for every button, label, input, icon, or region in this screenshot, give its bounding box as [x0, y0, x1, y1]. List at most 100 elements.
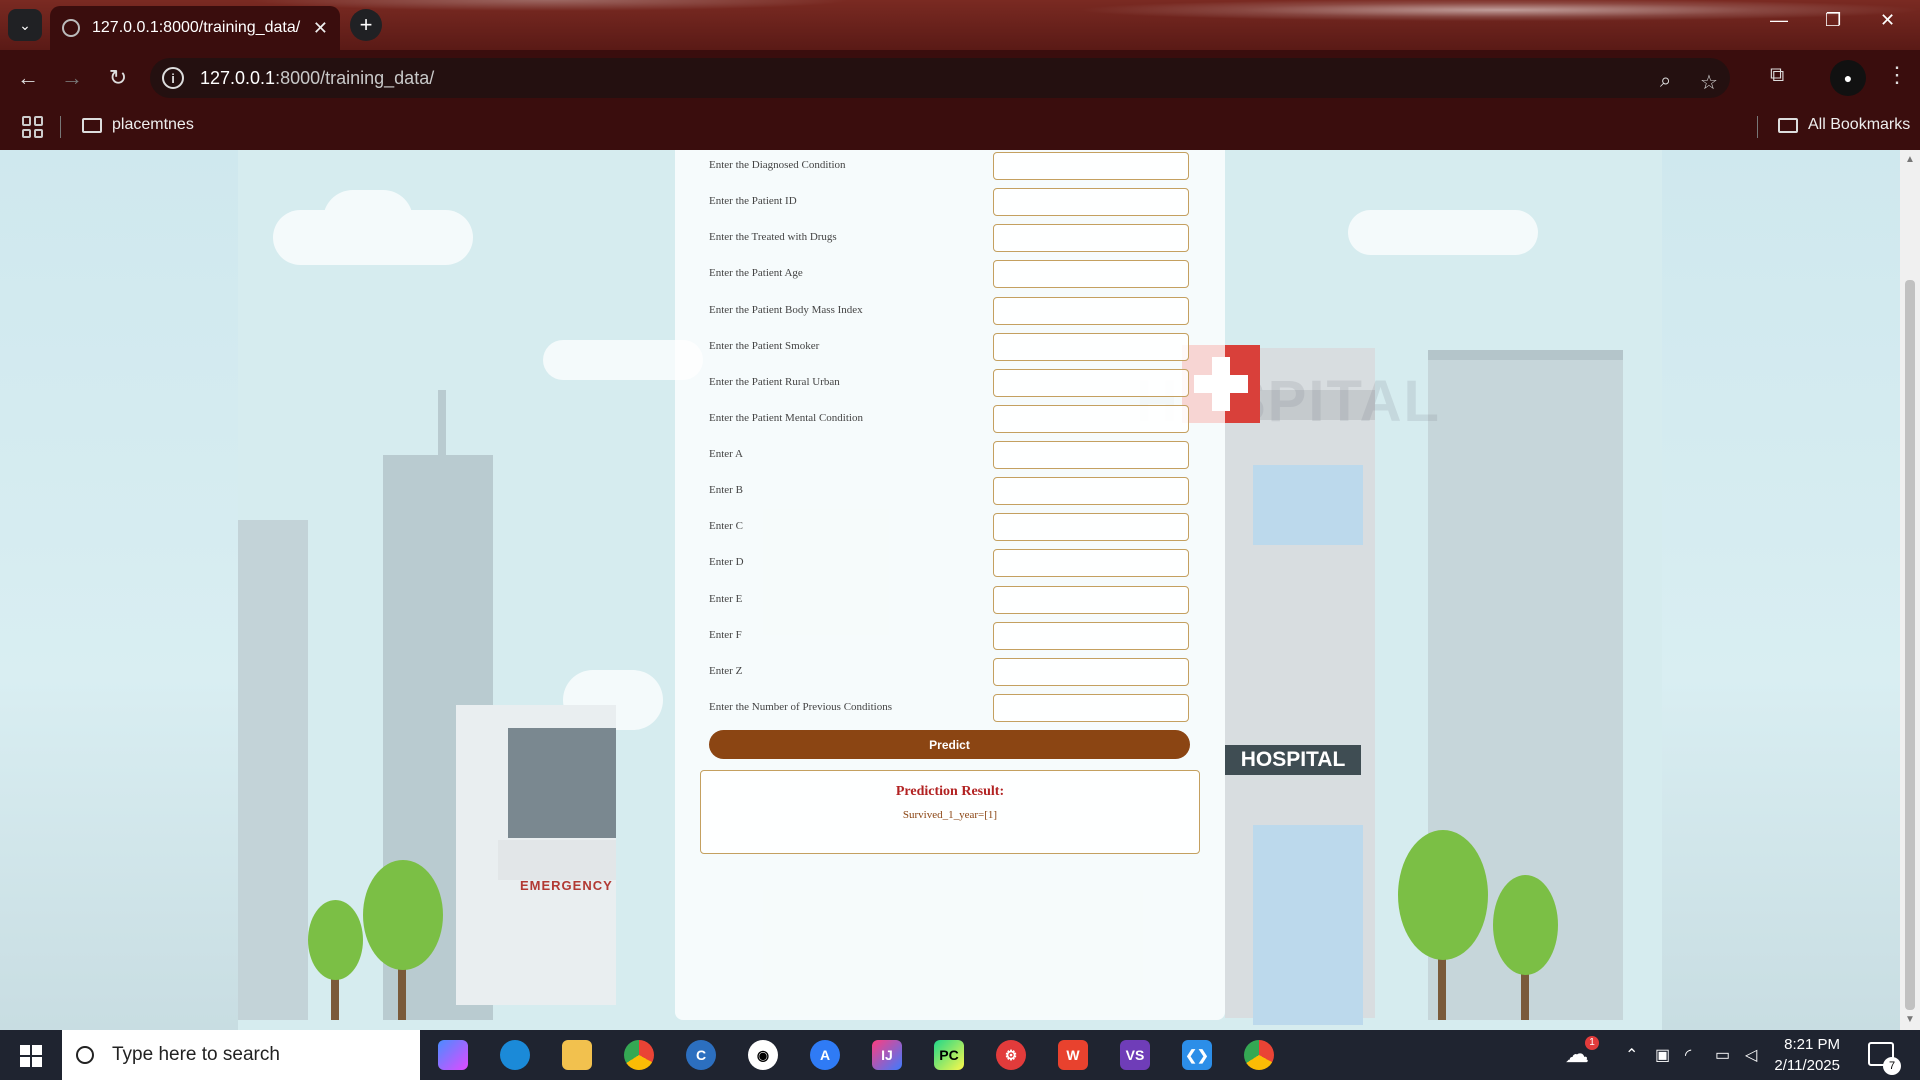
menu-kebab-icon[interactable]: ⋮ [1886, 62, 1908, 88]
field-label: Enter E [709, 593, 743, 605]
form-row: Enter the Patient Mental Condition [709, 405, 1189, 433]
visual-studio-icon[interactable]: VS [1120, 1040, 1150, 1070]
patient-id-input[interactable] [993, 188, 1189, 216]
field-label: Enter F [709, 629, 742, 641]
body-mass-index-input[interactable] [993, 297, 1189, 325]
reload-icon[interactable]: ↻ [104, 64, 132, 92]
form-row: Enter the Patient Age [709, 260, 1189, 288]
red-app-icon[interactable]: ⚙ [996, 1040, 1026, 1070]
browser-toolbar: ← → ↻ i 127.0.0.1:8000/training_data/ ⌕ … [0, 50, 1920, 106]
form-row: Enter the Treated with Drugs [709, 224, 1189, 252]
chrome-active-icon[interactable] [1244, 1040, 1274, 1070]
patient-smoker-input[interactable] [993, 333, 1189, 361]
field-label: Enter the Number of Previous Conditions [709, 701, 893, 713]
field-label: Enter the Patient Smoker [709, 340, 820, 352]
app-store-icon[interactable]: A [810, 1040, 840, 1070]
restore-icon[interactable]: ❐ [1825, 10, 1841, 31]
diagnosed-condition-input[interactable] [993, 152, 1189, 180]
tab-strip: ⌄ 127.0.0.1:8000/training_data/ ✕ + — ❐ … [0, 0, 1920, 50]
emergency-sign: EMERGENCY [520, 878, 613, 893]
form-row: Enter E [709, 586, 1189, 614]
e-input[interactable] [993, 586, 1189, 614]
close-tab-icon[interactable]: ✕ [313, 18, 328, 39]
chevron-up-icon[interactable]: ⌃ [1625, 1045, 1638, 1065]
field-label: Enter the Patient Body Mass Index [709, 304, 863, 316]
b-input[interactable] [993, 477, 1189, 505]
bookmarks-bar: placemtnes All Bookmarks [0, 106, 1920, 150]
notification-badge: 7 [1883, 1057, 1901, 1075]
field-label: Enter Z [709, 665, 743, 677]
clock-time: 8:21 PM [1784, 1036, 1840, 1053]
edge-icon[interactable] [500, 1040, 530, 1070]
scroll-up-icon[interactable]: ▲ [1905, 154, 1915, 165]
all-bookmarks[interactable]: All Bookmarks [1778, 116, 1910, 134]
zoom-icon[interactable]: ⌕ [1660, 70, 1671, 93]
close-window-icon[interactable]: ✕ [1880, 10, 1895, 31]
predict-button[interactable]: Predict [709, 730, 1190, 759]
mental-condition-input[interactable] [993, 405, 1189, 433]
field-label: Enter C [709, 520, 743, 532]
result-title: Prediction Result: [895, 784, 1005, 799]
rural-urban-input[interactable] [993, 369, 1189, 397]
windows-start-icon[interactable] [20, 1045, 42, 1067]
form-row: Enter the Patient Rural Urban [709, 369, 1189, 397]
form-row: Enter A [709, 441, 1189, 469]
prediction-form: Enter the Diagnosed Condition Enter the … [675, 150, 1225, 1020]
profile-avatar[interactable]: ● [1830, 60, 1866, 96]
system-clock[interactable]: 8:21 PM 2/11/2025 [1750, 1034, 1840, 1076]
bookmark-folder-placemtnes[interactable]: placemtnes [82, 116, 194, 134]
battery-icon[interactable]: ▭ [1715, 1045, 1730, 1065]
back-icon[interactable]: ← [14, 64, 42, 92]
tab-title: 127.0.0.1:8000/training_data/ [92, 19, 301, 36]
wifi-icon[interactable]: ◜ [1685, 1045, 1691, 1065]
prediction-result-box: Prediction Result: Survived_1_year=[1] [700, 770, 1200, 854]
tab-active[interactable]: 127.0.0.1:8000/training_data/ ✕ [50, 6, 340, 50]
chrome-icon[interactable] [624, 1040, 654, 1070]
field-label: Enter the Patient Rural Urban [709, 376, 840, 388]
z-input[interactable] [993, 658, 1189, 686]
wps-icon[interactable]: W [1058, 1040, 1088, 1070]
field-label: Enter A [709, 448, 743, 460]
form-row: Enter the Diagnosed Condition [709, 152, 1189, 180]
bookmark-star-icon[interactable]: ☆ [1700, 70, 1718, 95]
pycharm-icon[interactable]: PC [934, 1040, 964, 1070]
forward-icon[interactable]: → [58, 64, 86, 92]
file-explorer-icon[interactable] [562, 1040, 592, 1070]
copilot-icon[interactable] [438, 1040, 468, 1070]
bookmark-divider [1757, 116, 1758, 138]
tab-search-button[interactable]: ⌄ [8, 9, 42, 41]
folder-icon [82, 117, 102, 133]
c-input[interactable] [993, 513, 1189, 541]
page-scrollbar[interactable]: ▲ ▼ [1900, 150, 1920, 1030]
previous-conditions-input[interactable] [993, 694, 1189, 722]
site-info-icon[interactable]: i [162, 67, 184, 89]
form-row: Enter C [709, 513, 1189, 541]
github-icon[interactable]: ◉ [748, 1040, 778, 1070]
search-icon [76, 1046, 94, 1064]
form-row: Enter B [709, 477, 1189, 505]
d-input[interactable] [993, 549, 1189, 577]
clock-date: 2/11/2025 [1774, 1057, 1840, 1074]
a-input[interactable] [993, 441, 1189, 469]
weather-badge: 1 [1585, 1036, 1599, 1050]
vscode-icon[interactable]: ❮❯ [1182, 1040, 1212, 1070]
ccleaner-icon[interactable]: C [686, 1040, 716, 1070]
taskbar-search[interactable]: Type here to search [62, 1030, 420, 1080]
f-input[interactable] [993, 622, 1189, 650]
meet-icon[interactable]: ▣ [1655, 1045, 1670, 1065]
intellij-icon[interactable]: IJ [872, 1040, 902, 1070]
field-label: Enter the Diagnosed Condition [709, 159, 846, 171]
treated-with-drugs-input[interactable] [993, 224, 1189, 252]
minimize-icon[interactable]: — [1770, 10, 1788, 31]
new-tab-button[interactable]: + [350, 9, 382, 41]
form-row: Enter the Patient Body Mass Index [709, 297, 1189, 325]
field-label: Enter B [709, 484, 743, 496]
scroll-thumb[interactable] [1905, 280, 1915, 1010]
field-label: Enter the Patient ID [709, 195, 797, 207]
apps-grid-icon[interactable] [22, 116, 44, 138]
patient-age-input[interactable] [993, 260, 1189, 288]
address-bar[interactable]: i 127.0.0.1:8000/training_data/ ⌕ ☆ [150, 58, 1730, 98]
browser-chrome: ⌄ 127.0.0.1:8000/training_data/ ✕ + — ❐ … [0, 0, 1920, 150]
extensions-icon[interactable]: ⧉ [1770, 64, 1784, 87]
scroll-down-icon[interactable]: ▼ [1905, 1014, 1915, 1025]
